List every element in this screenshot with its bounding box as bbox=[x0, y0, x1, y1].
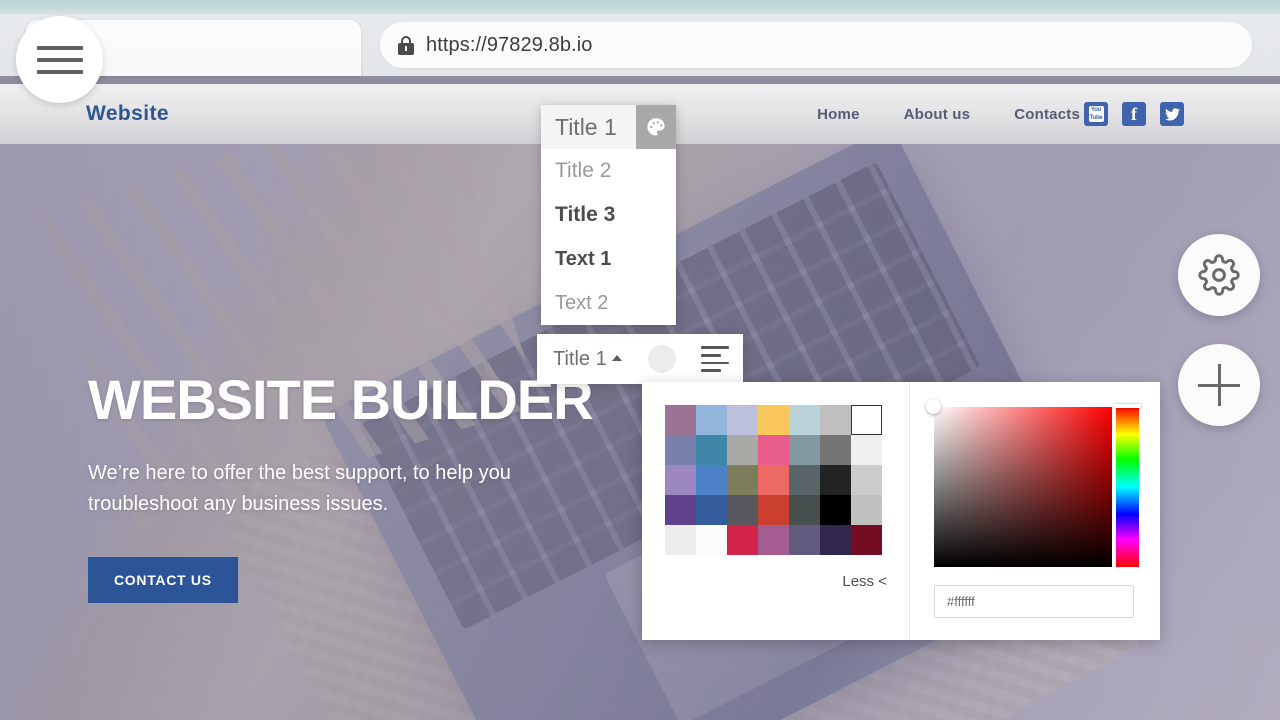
color-swatch[interactable] bbox=[820, 465, 851, 495]
style-option-label: Title 2 bbox=[555, 159, 612, 182]
style-selector[interactable]: Title 1 bbox=[553, 348, 622, 371]
twitter-icon[interactable] bbox=[1160, 102, 1184, 126]
align-left-icon-line bbox=[700, 369, 721, 372]
color-swatch[interactable] bbox=[851, 525, 882, 555]
color-swatch[interactable] bbox=[696, 435, 727, 465]
settings-button[interactable] bbox=[1178, 234, 1260, 316]
color-swatch[interactable] bbox=[696, 495, 727, 525]
color-swatch[interactable] bbox=[820, 435, 851, 465]
style-option-title-3[interactable]: Title 3 bbox=[541, 193, 676, 237]
color-swatch[interactable] bbox=[851, 495, 882, 525]
align-left-button[interactable] bbox=[700, 346, 729, 372]
color-swatch[interactable] bbox=[820, 525, 851, 555]
color-swatch-panel: Less < bbox=[642, 382, 910, 640]
color-swatch[interactable] bbox=[820, 495, 851, 525]
color-swatch[interactable] bbox=[789, 525, 820, 555]
contact-us-button[interactable]: CONTACT US bbox=[88, 557, 238, 603]
lock-icon bbox=[398, 35, 414, 55]
youtube-icon[interactable]: You Tube bbox=[1084, 102, 1108, 126]
color-swatch[interactable] bbox=[789, 495, 820, 525]
style-option-text-1[interactable]: Text 1 bbox=[541, 237, 676, 281]
youtube-glyph: You Tube bbox=[1088, 106, 1104, 122]
hero-title[interactable]: WEBSITE BUILDER bbox=[88, 372, 608, 428]
url-bar[interactable]: https://97829.8b.io bbox=[380, 22, 1252, 68]
color-swatch[interactable] bbox=[665, 525, 696, 555]
url-text: https://97829.8b.io bbox=[426, 33, 593, 56]
align-left-icon-line bbox=[700, 361, 729, 365]
text-format-toolbar: Title 1 bbox=[537, 334, 743, 384]
color-swatch[interactable] bbox=[758, 435, 789, 465]
style-option-label: Title 3 bbox=[555, 203, 616, 226]
color-swatch[interactable] bbox=[758, 465, 789, 495]
browser-toolbar-shadow bbox=[0, 76, 1280, 84]
color-swatch[interactable] bbox=[789, 405, 820, 435]
color-swatch[interactable] bbox=[789, 435, 820, 465]
color-swatch[interactable] bbox=[851, 435, 882, 465]
align-left-icon-line bbox=[700, 353, 721, 357]
color-swatch[interactable] bbox=[696, 525, 727, 555]
color-swatch[interactable] bbox=[665, 435, 696, 465]
color-swatch[interactable] bbox=[727, 495, 758, 525]
color-swatch[interactable] bbox=[820, 405, 851, 435]
hamburger-icon-line bbox=[36, 69, 83, 74]
color-swatch[interactable] bbox=[665, 465, 696, 495]
color-swatch[interactable] bbox=[758, 525, 789, 555]
color-swatch[interactable] bbox=[851, 465, 882, 495]
gear-icon bbox=[1198, 254, 1240, 296]
nav-item-home[interactable]: Home bbox=[817, 106, 859, 123]
style-option-title-2[interactable]: Title 2 bbox=[541, 149, 676, 193]
hue-slider-handle[interactable] bbox=[1114, 404, 1141, 408]
nav-item-about-us[interactable]: About us bbox=[904, 106, 971, 123]
hero-content: WEBSITE BUILDER We’re here to offer the … bbox=[88, 372, 608, 603]
color-picker-popup: Less < bbox=[642, 382, 1160, 640]
screen: WEBSITE BUILDER We’re here to offer the … bbox=[0, 0, 1280, 720]
palette-icon bbox=[647, 118, 665, 136]
color-swatch[interactable] bbox=[696, 405, 727, 435]
menu-button[interactable] bbox=[16, 16, 103, 103]
style-option-label: Text 2 bbox=[555, 291, 609, 314]
color-swatch[interactable] bbox=[789, 465, 820, 495]
saturation-value-area[interactable] bbox=[926, 399, 1112, 567]
style-dropdown-menu: Title 1 Title 2 Title 3 Text 1 Text 2 bbox=[541, 105, 676, 325]
palette-icon-button[interactable] bbox=[636, 105, 676, 149]
add-button[interactable] bbox=[1178, 344, 1260, 426]
text-color-swatch-button[interactable] bbox=[647, 345, 676, 373]
site-logo[interactable]: Website bbox=[86, 102, 169, 126]
facebook-icon[interactable]: f bbox=[1122, 102, 1146, 126]
color-swatch[interactable] bbox=[696, 465, 727, 495]
color-swatch[interactable] bbox=[727, 525, 758, 555]
browser-top-strip bbox=[0, 0, 1280, 14]
nav-item-contacts[interactable]: Contacts bbox=[1014, 106, 1080, 123]
hamburger-icon-line bbox=[36, 57, 83, 62]
hex-color-input[interactable] bbox=[934, 585, 1134, 618]
color-swatch[interactable] bbox=[758, 405, 789, 435]
hue-slider[interactable] bbox=[1116, 407, 1139, 567]
color-swatch[interactable] bbox=[727, 465, 758, 495]
style-option-label: Text 1 bbox=[555, 247, 612, 270]
color-swatch[interactable] bbox=[727, 435, 758, 465]
less-toggle-link[interactable]: Less < bbox=[842, 573, 887, 590]
hero-subtitle[interactable]: We’re here to offer the best support, to… bbox=[88, 458, 608, 520]
color-swatch[interactable] bbox=[665, 495, 696, 525]
facebook-glyph: f bbox=[1131, 104, 1137, 124]
saturation-handle[interactable] bbox=[926, 399, 941, 414]
color-swatch[interactable] bbox=[851, 405, 882, 435]
site-nav: Home About us Contacts bbox=[817, 106, 1080, 123]
color-swatch[interactable] bbox=[665, 405, 696, 435]
style-selector-label: Title 1 bbox=[553, 347, 607, 370]
custom-color-panel bbox=[910, 382, 1160, 640]
color-swatch-grid bbox=[665, 405, 882, 555]
align-left-icon-line bbox=[700, 346, 729, 349]
caret-up-icon bbox=[611, 355, 622, 361]
style-option-label: Title 1 bbox=[555, 113, 617, 140]
style-option-text-2[interactable]: Text 2 bbox=[541, 281, 676, 325]
style-option-title-1[interactable]: Title 1 bbox=[541, 105, 676, 149]
color-swatch[interactable] bbox=[727, 405, 758, 435]
plus-icon bbox=[1198, 364, 1240, 406]
twitter-glyph bbox=[1164, 107, 1180, 120]
social-links: You Tube f bbox=[1084, 102, 1184, 126]
color-swatch[interactable] bbox=[758, 495, 789, 525]
hamburger-icon-line bbox=[36, 45, 83, 50]
